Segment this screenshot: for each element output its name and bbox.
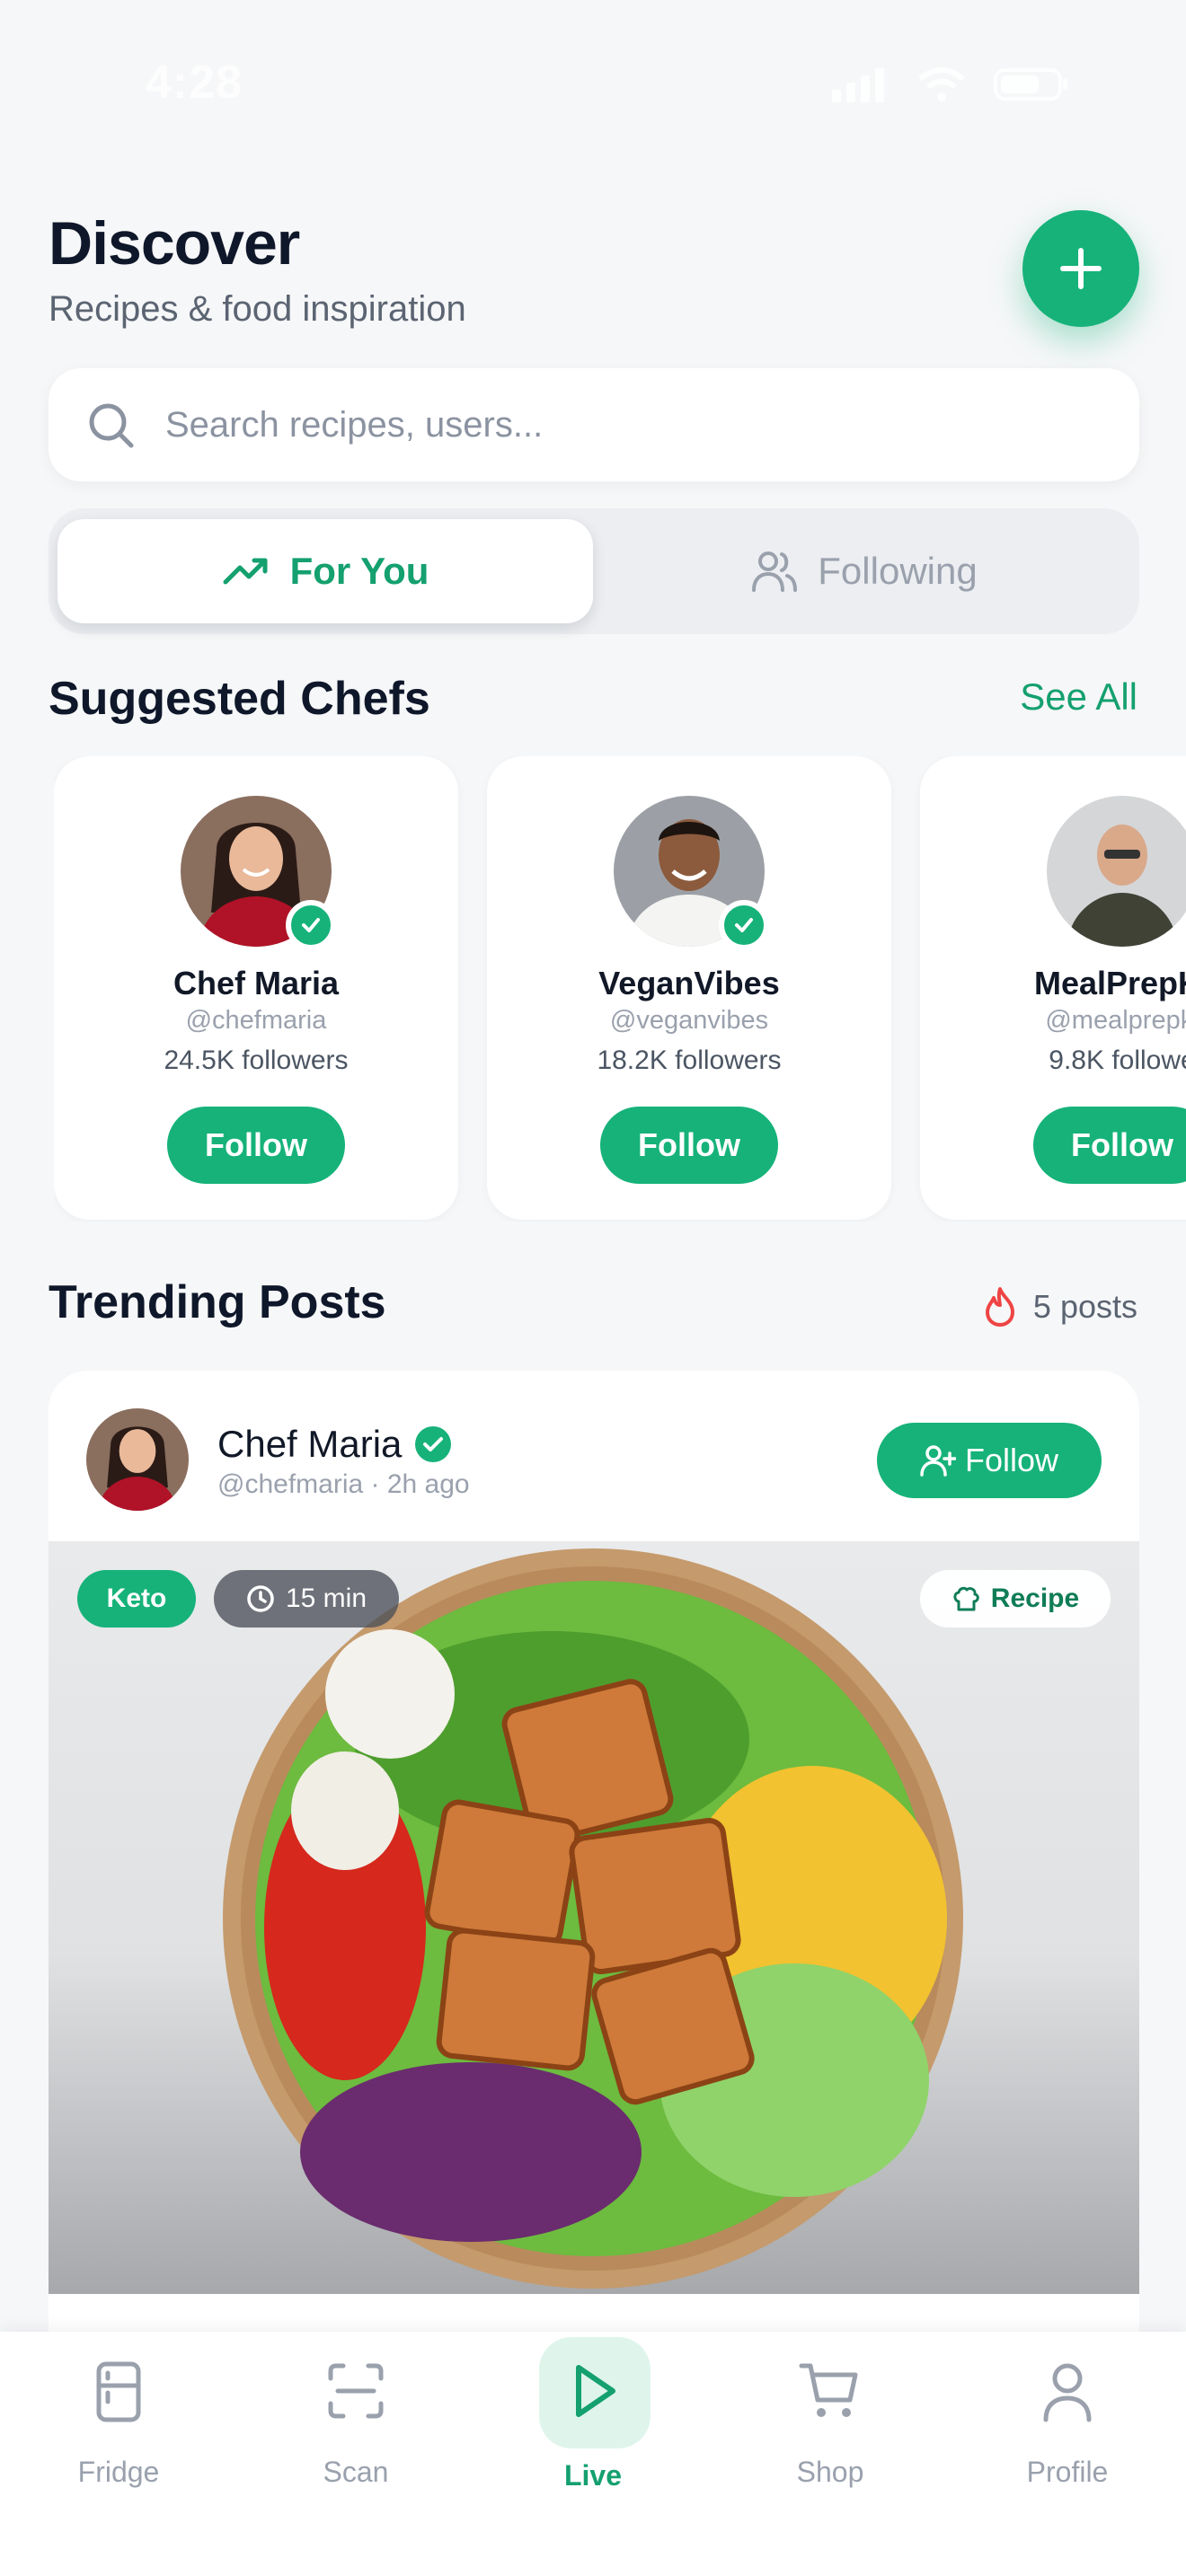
fridge-icon xyxy=(96,2361,141,2422)
food-bowl-image xyxy=(223,1548,963,2289)
chef-name: VeganVibes xyxy=(598,965,780,1001)
plus-icon xyxy=(1060,248,1102,289)
signal-icon xyxy=(832,68,884,102)
post-image[interactable]: Keto 15 min Recipe xyxy=(49,1541,1139,2294)
trending-posts-title: Trending Posts xyxy=(49,1276,386,1328)
user-icon xyxy=(1043,2363,1092,2422)
verified-icon xyxy=(415,1426,452,1462)
tab-for-you[interactable]: For You xyxy=(58,519,593,623)
play-icon xyxy=(576,2365,615,2417)
time-tag: 15 min xyxy=(214,1570,399,1628)
recipe-tag: Recipe xyxy=(920,1570,1111,1628)
post-follow-label: Follow xyxy=(964,1442,1059,1478)
bottom-nav: Fridge Scan Live Shop Profile xyxy=(0,2332,1186,2576)
verified-badge xyxy=(286,900,336,950)
avatar xyxy=(1047,796,1186,947)
chef-handle: @veganvibes xyxy=(609,1006,769,1035)
chef-card[interactable]: VeganVibes @veganvibes 18.2K followers F… xyxy=(487,756,891,1220)
tab-following[interactable]: Following xyxy=(597,519,1132,623)
nav-profile-label: Profile xyxy=(1026,2456,1109,2488)
clock-icon xyxy=(247,1585,274,1612)
page-title: Discover xyxy=(49,209,300,278)
page-subtitle: Recipes & food inspiration xyxy=(49,289,466,329)
nav-shop[interactable]: Shop xyxy=(740,2332,920,2529)
check-icon xyxy=(735,918,753,932)
nav-scan[interactable]: Scan xyxy=(266,2332,446,2529)
feed-tabs: For You Following xyxy=(49,508,1139,634)
chef-handle: @mealprepki xyxy=(1045,1006,1186,1035)
time-tag-label: 15 min xyxy=(285,1584,367,1613)
posts-count: 5 posts xyxy=(983,1286,1137,1328)
nav-shop-label: Shop xyxy=(796,2456,864,2488)
scan-icon xyxy=(328,2363,384,2419)
tab-following-label: Following xyxy=(818,550,978,592)
follow-button[interactable]: Follow xyxy=(167,1107,345,1184)
cart-icon xyxy=(799,2363,858,2417)
nav-live[interactable]: Live xyxy=(503,2332,683,2529)
battery-icon xyxy=(994,68,1067,101)
nav-live-label: Live xyxy=(563,2459,623,2492)
follow-button[interactable]: Follow xyxy=(600,1107,778,1184)
wifi-icon xyxy=(918,67,965,101)
chef-name: Chef Maria xyxy=(173,965,340,1001)
search-icon xyxy=(89,403,134,448)
verified-badge xyxy=(719,900,769,950)
chef-card[interactable]: Chef Maria @chefmaria 24.5K followers Fo… xyxy=(54,756,458,1220)
chef-followers: 9.8K followe xyxy=(1049,1045,1186,1075)
status-time: 4:28 xyxy=(146,57,243,109)
post-card[interactable]: Chef Maria @chefmaria · 2h ago Follow Ke… xyxy=(49,1371,1139,2341)
diet-tag: Keto xyxy=(77,1570,196,1628)
avatar[interactable] xyxy=(86,1408,189,1511)
post-author-name: Chef Maria xyxy=(217,1423,403,1465)
chef-card[interactable]: MealPrepKi @mealprepki 9.8K followe Foll… xyxy=(920,756,1186,1220)
tab-for-you-label: For You xyxy=(289,550,429,592)
nav-scan-label: Scan xyxy=(323,2456,389,2488)
suggested-chefs-title: Suggested Chefs xyxy=(49,673,430,725)
trending-up-icon xyxy=(223,558,268,585)
chef-followers: 24.5K followers xyxy=(164,1045,349,1075)
nav-fridge-label: Fridge xyxy=(77,2456,160,2488)
follow-button[interactable]: Follow xyxy=(1033,1107,1186,1184)
add-post-button[interactable] xyxy=(1022,210,1139,327)
post-author[interactable]: Chef Maria xyxy=(217,1423,452,1466)
nav-fridge[interactable]: Fridge xyxy=(29,2332,208,2529)
search-bar[interactable] xyxy=(49,368,1139,481)
status-icons xyxy=(832,66,1069,102)
user-plus-icon xyxy=(920,1445,956,1477)
status-bar: 4:28 xyxy=(0,0,1186,171)
post-meta: @chefmaria · 2h ago xyxy=(217,1469,470,1499)
check-icon xyxy=(302,918,320,932)
posts-count-label: 5 posts xyxy=(1032,1288,1137,1325)
post-follow-button[interactable]: Follow xyxy=(877,1423,1102,1498)
recipe-tag-label: Recipe xyxy=(990,1584,1080,1613)
chef-handle: @chefmaria xyxy=(185,1006,327,1035)
nav-profile[interactable]: Profile xyxy=(978,2332,1157,2529)
users-icon xyxy=(752,551,798,592)
search-input[interactable] xyxy=(165,395,1100,454)
see-all-link[interactable]: See All xyxy=(1020,675,1137,719)
chef-followers: 18.2K followers xyxy=(597,1045,782,1075)
chef-name: MealPrepKi xyxy=(1033,965,1186,1001)
suggested-chefs-carousel[interactable]: Chef Maria @chefmaria 24.5K followers Fo… xyxy=(54,756,1186,1222)
chef-hat-icon xyxy=(953,1586,979,1611)
flame-icon xyxy=(985,1287,1014,1327)
